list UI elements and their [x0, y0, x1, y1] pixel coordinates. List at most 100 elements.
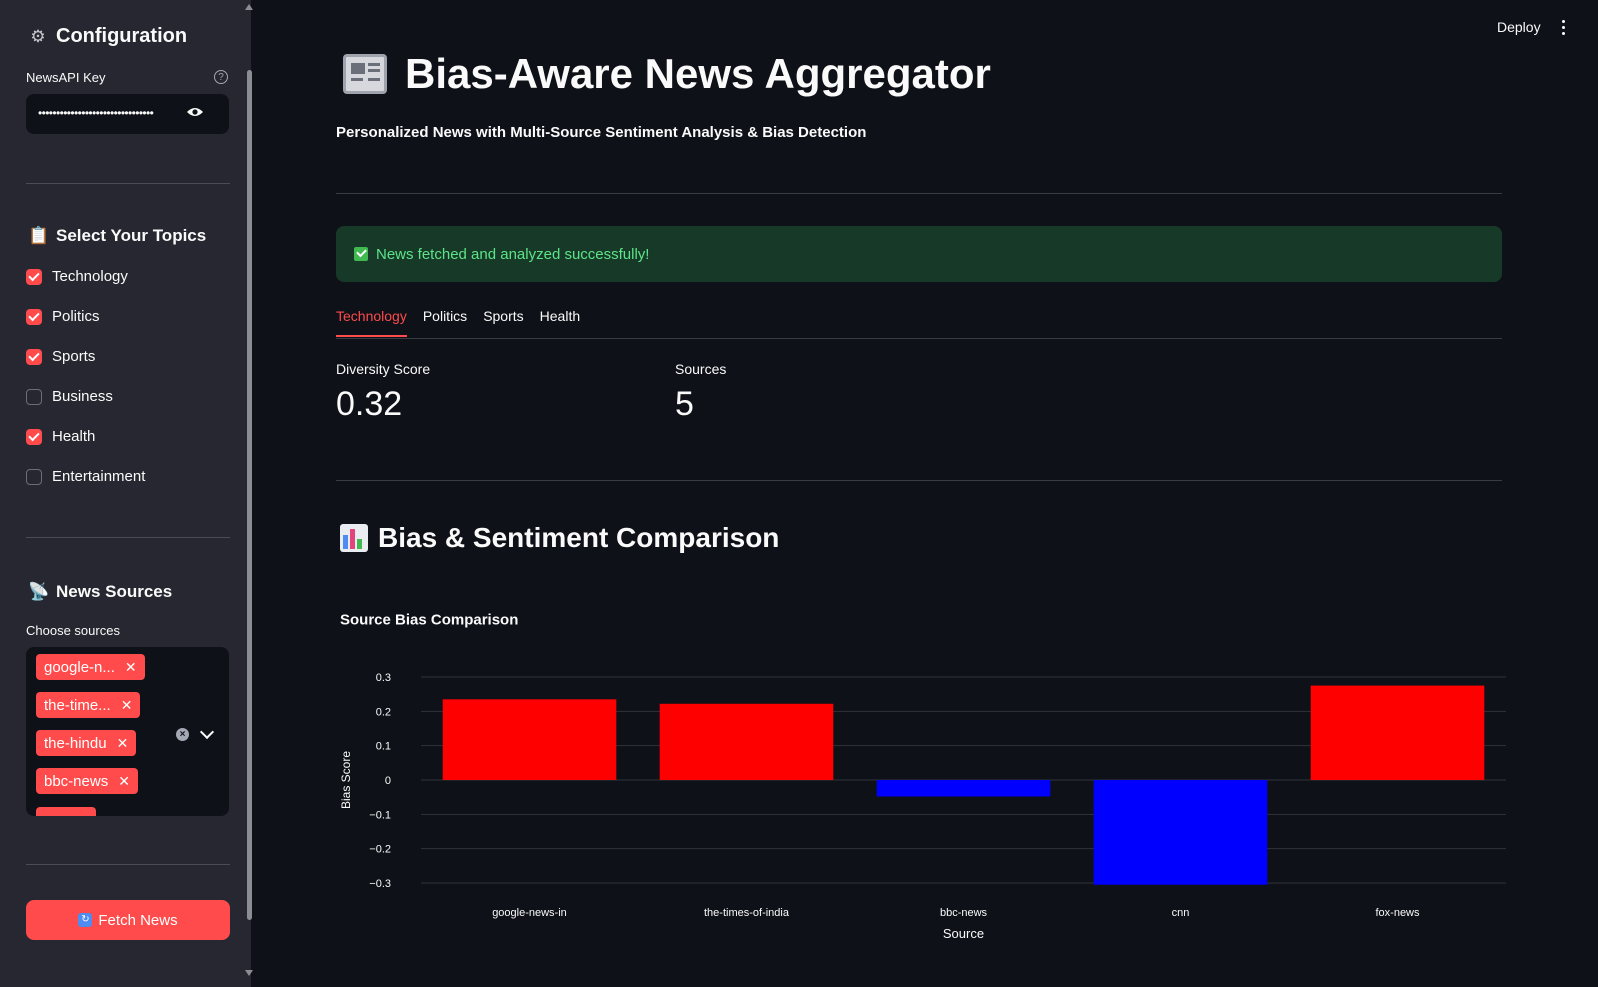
topic-checkbox-entertainment[interactable]: Entertainment: [26, 468, 145, 485]
source-tag-label: the-time...: [44, 696, 111, 714]
tab-health[interactable]: Health: [540, 308, 580, 337]
choose-sources-label: Choose sources: [26, 623, 120, 638]
chart-title: Source Bias Comparison: [340, 611, 518, 628]
checkbox-checked-icon: [26, 348, 42, 365]
divider: [336, 480, 1502, 481]
api-key-input[interactable]: ••••••••••••••••••••••••••••••••: [26, 94, 229, 134]
checkbox-unchecked-icon: [26, 388, 42, 405]
topic-checkbox-business[interactable]: Business: [26, 388, 113, 405]
topics-title: Select Your Topics: [56, 226, 207, 245]
remove-tag-icon[interactable]: ✕: [118, 773, 130, 790]
topic-label: Politics: [52, 308, 100, 325]
topic-checkbox-technology[interactable]: Technology: [26, 268, 128, 285]
source-tag[interactable]: bbc-news ✕: [36, 768, 138, 794]
remove-tag-icon[interactable]: ✕: [125, 659, 137, 676]
remove-tag-icon[interactable]: ✕: [117, 735, 129, 752]
api-key-value: ••••••••••••••••••••••••••••••••: [38, 106, 154, 120]
topic-checkbox-health[interactable]: Health: [26, 428, 95, 445]
metric-label-sources: Sources: [675, 361, 727, 377]
clear-all-icon[interactable]: ×: [176, 728, 189, 741]
x-tick-label: bbc-news: [940, 907, 988, 919]
tab-sports[interactable]: Sports: [483, 308, 523, 337]
page-title-row: Bias-Aware News Aggregator: [343, 50, 991, 98]
y-tick-label: −0.2: [369, 844, 391, 856]
x-tick-label: cnn: [1172, 907, 1190, 919]
topic-label: Sports: [52, 348, 96, 365]
y-tick-label: −0.3: [369, 878, 391, 890]
deploy-button[interactable]: Deploy: [1497, 19, 1541, 35]
clipboard-icon: 📋: [28, 226, 50, 245]
topic-label: Entertainment: [52, 468, 146, 485]
y-tick-label: 0.1: [376, 741, 391, 753]
tab-politics[interactable]: Politics: [423, 308, 467, 337]
source-tag[interactable]: the-time... ✕: [36, 692, 141, 718]
bar-google-news-in: [442, 699, 617, 780]
x-tick-label: the-times-of-india: [704, 907, 790, 919]
page-subtitle: Personalized News with Multi-Source Sent…: [336, 124, 867, 141]
divider: [336, 193, 1502, 194]
bar-cnn: [1093, 780, 1268, 885]
bar-bbc-news: [876, 780, 1051, 797]
refresh-icon: ↻: [78, 913, 93, 927]
x-tick-label: google-news-in: [492, 907, 567, 919]
scroll-down-icon[interactable]: [245, 970, 253, 976]
sources-multiselect[interactable]: google-n... ✕ the-time... ✕ the-hindu ✕ …: [26, 647, 229, 816]
section-title: Bias & Sentiment Comparison: [378, 522, 780, 553]
api-key-label: NewsAPI Key: [26, 70, 106, 85]
help-icon[interactable]: ?: [214, 70, 228, 84]
sidebar-divider: [26, 537, 230, 538]
satellite-icon: 📡: [28, 582, 50, 601]
tab-underline: [336, 338, 1502, 339]
source-tag-label: bbc-news: [44, 772, 109, 790]
topics-heading: 📋 Select Your Topics: [28, 226, 206, 246]
topic-label: Business: [52, 388, 113, 405]
section-heading: Bias & Sentiment Comparison: [340, 522, 779, 554]
y-tick-label: 0.3: [376, 672, 391, 684]
scroll-up-icon[interactable]: [245, 4, 253, 10]
topic-label: Health: [52, 428, 96, 445]
x-axis-label: Source: [943, 926, 984, 941]
sidebar-scrollbar[interactable]: [247, 70, 252, 920]
checkbox-checked-icon: [26, 428, 42, 445]
y-tick-label: −0.1: [369, 809, 391, 821]
bias-chart-svg: Source Bias Comparison 0.3 0.2 0.1 0 −0.1 −0.2…: [339, 611, 1506, 941]
y-axis-label: Bias Score: [339, 751, 353, 809]
source-tag-partial[interactable]: [36, 807, 96, 816]
y-tick-label: 0.2: [376, 706, 391, 718]
y-tick-label: 0: [385, 775, 391, 787]
configuration-title: Configuration: [56, 25, 188, 47]
sidebar-divider: [26, 183, 230, 184]
source-tag-label: the-hindu: [44, 734, 107, 752]
bias-chart: Source Bias Comparison 0.3 0.2 0.1 0 −0.1 −0.2…: [336, 605, 1506, 955]
chevron-down-icon[interactable]: [199, 724, 215, 740]
tab-technology[interactable]: Technology: [336, 308, 407, 337]
fetch-news-button[interactable]: ↻ Fetch News: [26, 900, 230, 940]
checkbox-checked-icon: [26, 268, 42, 285]
bar-the-times-of-india: [659, 703, 834, 780]
metric-value-sources: 5: [675, 385, 694, 423]
more-menu-icon[interactable]: [1562, 20, 1565, 38]
remove-tag-icon[interactable]: ✕: [121, 697, 133, 714]
news-sources-title: News Sources: [56, 582, 173, 601]
topic-checkbox-politics[interactable]: Politics: [26, 308, 100, 325]
source-tag[interactable]: google-n... ✕: [36, 654, 145, 680]
topic-tabs: Technology Politics Sports Health: [336, 308, 580, 337]
eye-icon[interactable]: [186, 106, 204, 118]
sidebar-divider: [26, 864, 230, 865]
x-tick-label: fox-news: [1375, 907, 1420, 919]
metric-value-diversity: 0.32: [336, 385, 403, 423]
sidebar: ⚙ Configuration NewsAPI Key ? ••••••••••…: [0, 0, 253, 987]
gear-icon: ⚙: [30, 26, 46, 46]
checkbox-unchecked-icon: [26, 468, 42, 485]
fetch-news-label: Fetch News: [98, 911, 178, 929]
source-tag-label: google-n...: [44, 658, 115, 676]
topic-label: Technology: [52, 268, 128, 285]
check-icon: [354, 247, 368, 261]
source-tag[interactable]: the-hindu ✕: [36, 730, 137, 756]
page-title: Bias-Aware News Aggregator: [405, 50, 991, 97]
topic-checkbox-sports[interactable]: Sports: [26, 348, 95, 365]
metric-label-diversity: Diversity Score: [336, 361, 431, 377]
bar-chart-icon: [340, 524, 368, 552]
success-message: News fetched and analyzed successfully!: [376, 245, 650, 263]
newspaper-icon: [343, 54, 387, 94]
